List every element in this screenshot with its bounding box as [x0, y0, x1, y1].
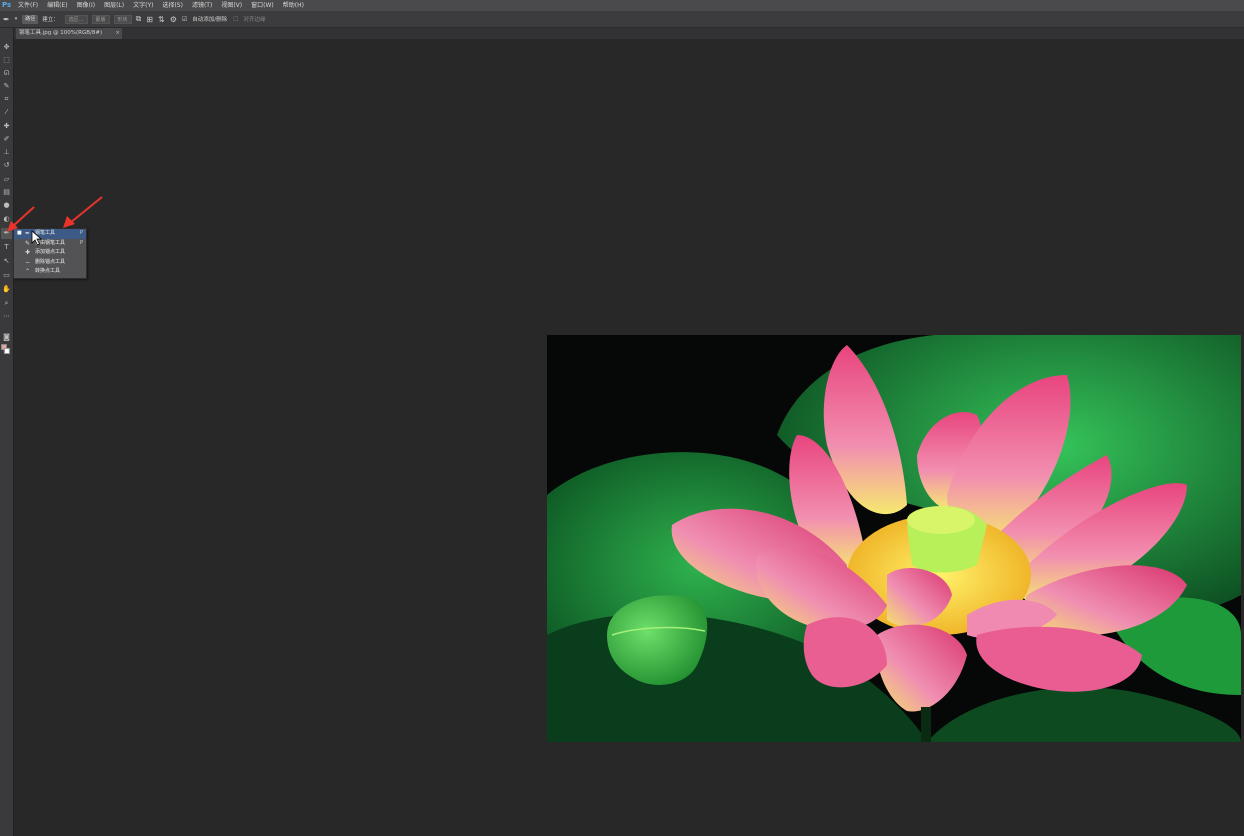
menu-view[interactable]: 视图(V): [221, 0, 242, 11]
shape-icon[interactable]: ▭: [1, 270, 12, 281]
menu-window[interactable]: 窗口(W): [251, 0, 274, 11]
menu-select[interactable]: 选择(S): [162, 0, 183, 11]
document-tab-title: 钢笔工具.jpg @ 100%(RGB/8#): [19, 30, 103, 36]
align-edges-checkbox-icon[interactable]: ☐: [233, 16, 238, 23]
menu-image[interactable]: 图像(I): [77, 0, 95, 11]
stamp-icon[interactable]: ⊥: [1, 147, 12, 158]
document-tab[interactable]: 钢笔工具.jpg @ 100%(RGB/8#) ×: [16, 28, 122, 39]
path-operations-icon[interactable]: ⧉: [136, 14, 142, 24]
lotus-photo-image[interactable]: [547, 335, 1241, 742]
make-label: 建立：: [42, 17, 59, 23]
menu-type[interactable]: 文字(Y): [133, 0, 153, 11]
pen-tool-preset-icon[interactable]: ✒: [3, 15, 10, 24]
preset-dropdown-icon[interactable]: ▾: [15, 16, 18, 22]
lasso-icon[interactable]: ᘏ: [1, 68, 12, 79]
flyout-item-add-anchor-tool[interactable]: ✚ 添加锚点工具: [14, 248, 86, 258]
menu-bar: Ps 文件(F) 编辑(E) 图像(I) 图层(L) 文字(Y) 选择(S) 滤…: [0, 0, 1244, 11]
screen-mode-icon[interactable]: ▢: [1, 346, 12, 357]
freeform-pen-icon: ✎: [25, 239, 31, 247]
menu-help[interactable]: 帮助(H): [283, 0, 304, 11]
align-edges-label[interactable]: 对齐边缘: [244, 15, 266, 23]
make-mask-button[interactable]: 蒙版: [91, 14, 110, 24]
flyout-item-delete-anchor-tool[interactable]: − 删除锚点工具: [14, 258, 86, 268]
menu-file[interactable]: 文件(F): [18, 0, 38, 11]
auto-add-delete-label[interactable]: 自动添加/删除: [192, 15, 227, 23]
eraser-icon[interactable]: ▱: [1, 174, 12, 185]
eyedropper-icon[interactable]: ⁄: [1, 107, 12, 118]
menu-edit[interactable]: 编辑(E): [47, 0, 67, 11]
history-brush-icon[interactable]: ↺: [1, 160, 12, 171]
flyout-item-label: 添加锚点工具: [35, 249, 66, 255]
quick-mask-icon[interactable]: ◙: [1, 332, 12, 343]
options-bar: ✒ ▾ 路径 建立： 选区... 蒙版 形状 ⧉ ⊞ ⇅ ⚙ ☑ 自动添加/删除…: [0, 11, 1244, 28]
hand-icon[interactable]: ✋: [1, 284, 12, 295]
move-icon[interactable]: ✥: [1, 42, 12, 53]
pen-tool-flyout-menu: ■ ✒ 钢笔工具 P ✎ 自由钢笔工具 P ✚ 添加锚点工具 − 删除锚点工具 …: [13, 228, 87, 279]
path-alignment-icon[interactable]: ⊞: [146, 15, 153, 24]
make-selection-button[interactable]: 选区...: [64, 14, 88, 24]
marquee-icon[interactable]: ⬚: [1, 55, 12, 66]
quick-select-icon[interactable]: ✎: [1, 81, 12, 92]
close-icon[interactable]: ×: [115, 28, 120, 39]
delete-anchor-point-icon: −: [25, 258, 31, 266]
more-tools-icon[interactable]: ⋯: [1, 311, 12, 322]
flyout-item-label: 转换点工具: [35, 268, 61, 274]
mouse-cursor-icon: [31, 230, 43, 246]
tools-panel: ✥ ⬚ ᘏ ✎ ⌗ ⁄ ✚ ✐ ⊥ ↺ ▱ ▤ ● ◐ ✒ T ↖ ▭ ✋ ⌕ …: [0, 28, 14, 836]
flyout-item-convert-point-tool[interactable]: ⌃ 转换点工具: [14, 267, 86, 277]
type-icon[interactable]: T: [1, 242, 12, 253]
photoshop-logo-icon[interactable]: Ps: [2, 1, 14, 10]
add-anchor-point-icon: ✚: [25, 249, 31, 256]
make-shape-button[interactable]: 形状: [113, 14, 132, 24]
flyout-item-label: 删除锚点工具: [35, 258, 66, 265]
flyout-item-freeform-pen-tool[interactable]: ✎ 自由钢笔工具 P: [14, 239, 86, 249]
brush-icon[interactable]: ✐: [1, 134, 12, 145]
menu-filter[interactable]: 滤镜(T): [192, 0, 212, 11]
flyout-item-shortcut: P: [79, 239, 83, 246]
convert-point-icon: ⌃: [25, 268, 31, 275]
path-arrangement-icon[interactable]: ⇅: [158, 15, 165, 24]
flyout-item-shortcut: P: [79, 230, 83, 236]
document-tab-bar: 钢笔工具.jpg @ 100%(RGB/8#) ×: [14, 28, 1244, 39]
zoom-icon[interactable]: ⌕: [1, 298, 12, 309]
auto-add-checkbox-icon[interactable]: ☑: [182, 16, 187, 23]
tool-mode-select[interactable]: 路径: [22, 14, 39, 24]
red-arrow-icon: [63, 196, 103, 228]
path-select-icon[interactable]: ↖: [1, 256, 12, 267]
settings-gear-icon[interactable]: ⚙: [170, 15, 177, 24]
menu-layer[interactable]: 图层(L): [104, 0, 124, 11]
healing-icon[interactable]: ✚: [1, 121, 12, 132]
crop-icon[interactable]: ⌗: [1, 94, 12, 105]
gradient-icon[interactable]: ▤: [1, 187, 12, 198]
